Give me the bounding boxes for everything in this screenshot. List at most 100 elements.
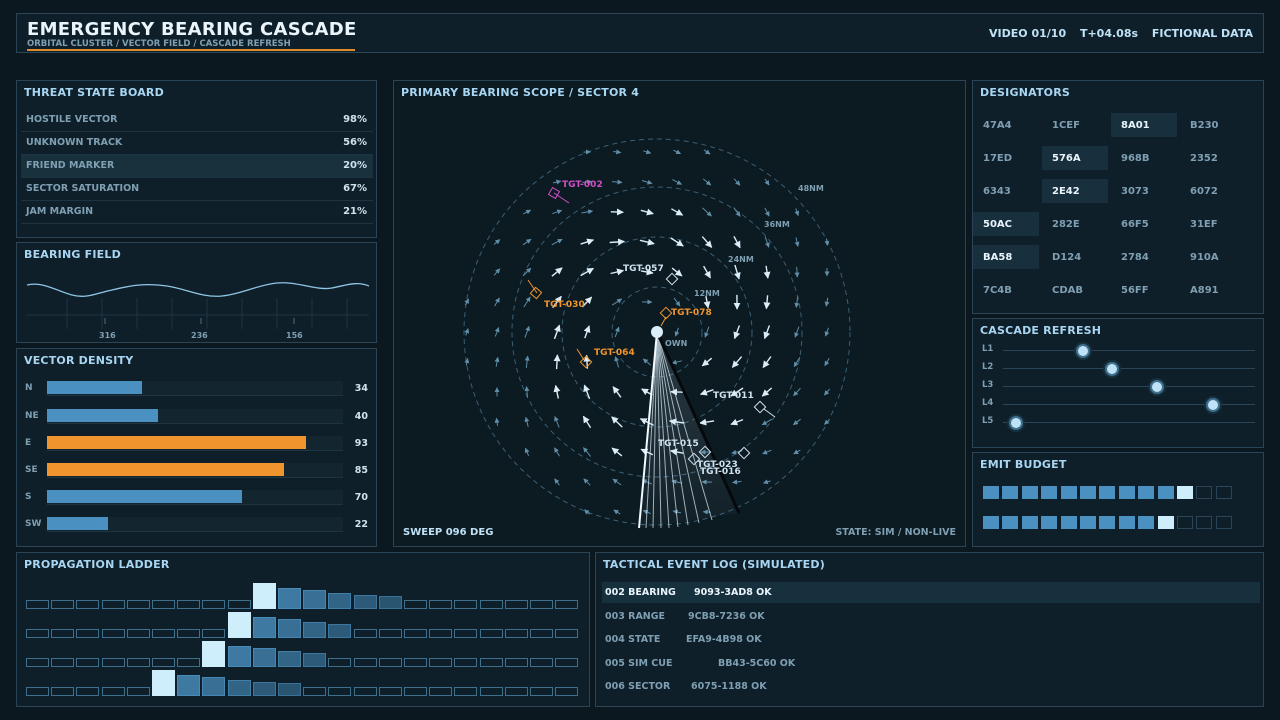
emit-segment — [1080, 486, 1096, 499]
designator-cell[interactable]: 66F5 — [1111, 212, 1177, 236]
slider-knob[interactable] — [1150, 380, 1165, 394]
slider-label: L5 — [982, 416, 994, 426]
vector-arrow — [522, 238, 532, 246]
target-tgt-078[interactable]: TGT-078 — [659, 306, 712, 327]
vector-arrow — [733, 207, 741, 217]
slider-knob[interactable] — [1206, 398, 1221, 412]
target-tgt-002[interactable]: TGT-002 — [547, 180, 603, 204]
designator-cell[interactable]: 282E — [1042, 212, 1108, 236]
panel-title: VECTOR DENSITY — [24, 354, 134, 367]
slider-knob[interactable] — [1009, 416, 1023, 430]
designator-cell[interactable]: A891 — [1180, 278, 1246, 302]
refresh-slider[interactable]: L4 — [973, 397, 1265, 413]
designator-cell[interactable]: 50AC — [973, 212, 1039, 236]
threat-value: 56% — [343, 137, 367, 148]
log-row[interactable]: 005 SIM CUE BB43-5C60 OK — [602, 653, 1260, 674]
vector-arrow — [704, 326, 710, 338]
designator-cell[interactable]: 47A4 — [973, 113, 1039, 137]
ladder-cell — [252, 682, 276, 696]
log-row[interactable]: 006 SECTOR 6075-1188 OK — [602, 676, 1260, 697]
designator-cell[interactable]: CDAB — [1042, 278, 1108, 302]
designator-cell[interactable]: 1CEF — [1042, 113, 1108, 137]
vector-arrow — [523, 209, 532, 215]
vector-arrow — [551, 267, 563, 277]
ladder-cell — [353, 658, 377, 667]
threat-row[interactable]: JAM MARGIN 21% — [21, 201, 373, 224]
page-subtitle: ORBITAL CLUSTER / VECTOR FIELD / CASCADE… — [27, 39, 291, 49]
ladder-cell — [177, 658, 201, 667]
designator-cell[interactable]: 8A01 — [1111, 113, 1177, 137]
vector-arrow — [732, 479, 742, 485]
ladder-cell — [126, 687, 150, 696]
ladder-cell — [51, 658, 75, 667]
vector-arrow — [552, 209, 563, 215]
designator-cell[interactable]: 2352 — [1180, 146, 1246, 170]
designator-cell[interactable]: B230 — [1180, 113, 1246, 137]
designator-cell[interactable]: 17ED — [973, 146, 1039, 170]
vector-arrow — [553, 354, 561, 370]
bearing-tick-label: 236 — [191, 331, 208, 340]
header-bar: EMERGENCY BEARING CASCADE ORBITAL CLUSTE… — [16, 13, 1264, 53]
ladder-cell — [126, 658, 150, 667]
threat-row[interactable]: UNKNOWN TRACK 56% — [21, 132, 373, 155]
refresh-slider[interactable]: L1 — [973, 343, 1265, 359]
vector-arrow — [494, 327, 500, 337]
vector-arrow — [763, 265, 771, 279]
designator-cell[interactable]: BA58 — [973, 245, 1039, 269]
log-row[interactable]: 004 STATE EFA9-4B98 OK — [602, 629, 1260, 650]
panel-title: EMIT BUDGET — [980, 458, 1067, 471]
designator-cell[interactable]: 2784 — [1111, 245, 1177, 269]
bearing-tick-label: 316 — [99, 331, 116, 340]
designator-cell[interactable]: 968B — [1111, 146, 1177, 170]
threat-row[interactable]: HOSTILE VECTOR 98% — [21, 109, 373, 132]
target-tgt-064[interactable]: TGT-064 — [576, 348, 635, 369]
vector-arrow — [614, 356, 620, 368]
vector-arrow — [794, 208, 800, 217]
designator-cell[interactable]: D124 — [1042, 245, 1108, 269]
vector-arrow — [643, 149, 652, 155]
vector-arrow — [609, 238, 625, 246]
refresh-slider[interactable]: L2 — [973, 361, 1265, 377]
emit-segment — [1196, 516, 1213, 529]
slider-knob[interactable] — [1076, 344, 1091, 358]
designator-cell[interactable]: 7C4B — [973, 278, 1039, 302]
ladder-cell — [504, 687, 528, 696]
designator-cell[interactable]: 6343 — [973, 179, 1039, 203]
vector-arrow — [764, 207, 770, 217]
log-row[interactable]: 003 RANGE 9CB8-7236 OK — [602, 606, 1260, 627]
vector-arrow — [581, 209, 594, 215]
ladder-cell — [479, 658, 503, 667]
threat-row-selected[interactable]: FRIEND MARKER 20% — [21, 155, 373, 178]
target-tgt-030[interactable]: TGT-030 — [527, 279, 585, 310]
vector-arrow — [613, 149, 622, 155]
radar-scope[interactable]: OWN 12NM 24NM 36NM 48NM TGT-002 TGT-057 … — [394, 81, 967, 548]
log-row-selected[interactable]: 002 BEARING 9093-3AD8 OK — [602, 582, 1260, 603]
designator-cell[interactable]: 2E42 — [1042, 179, 1108, 203]
designator-cell[interactable]: 56FF — [1111, 278, 1177, 302]
designator-cell[interactable]: 910A — [1180, 245, 1246, 269]
vector-arrow — [701, 236, 713, 248]
designator-cell[interactable]: 3073 — [1111, 179, 1177, 203]
primary-bearing-scope: PRIMARY BEARING SCOPE / SECTOR 4 OWN 12N… — [393, 80, 966, 547]
vector-arrow — [551, 238, 563, 246]
vector-arrow — [641, 179, 653, 185]
emit-segment — [1177, 486, 1193, 499]
designator-cell[interactable]: 31EF — [1180, 212, 1246, 236]
designator-cell[interactable]: 6072 — [1180, 179, 1246, 203]
ladder-cell — [530, 629, 553, 638]
target-tgt-011[interactable]: TGT-011 — [713, 391, 776, 418]
log-event: 002 BEARING — [605, 587, 676, 598]
target-tgt-015[interactable]: TGT-015 — [658, 439, 699, 449]
vector-arrow — [794, 266, 800, 278]
refresh-slider[interactable]: L3 — [973, 379, 1265, 395]
density-value: 93 — [354, 438, 368, 449]
density-value: 22 — [354, 519, 368, 530]
slider-knob[interactable] — [1105, 362, 1120, 376]
ladder-cell — [378, 596, 402, 609]
ladder-cell — [252, 583, 276, 609]
refresh-slider[interactable]: L5 — [973, 415, 1265, 431]
designator-cell[interactable]: 576A — [1042, 146, 1108, 170]
target-tgt-057[interactable]: TGT-057 — [623, 264, 679, 286]
density-bar — [47, 463, 284, 476]
threat-row[interactable]: SECTOR SATURATION 67% — [21, 178, 373, 201]
